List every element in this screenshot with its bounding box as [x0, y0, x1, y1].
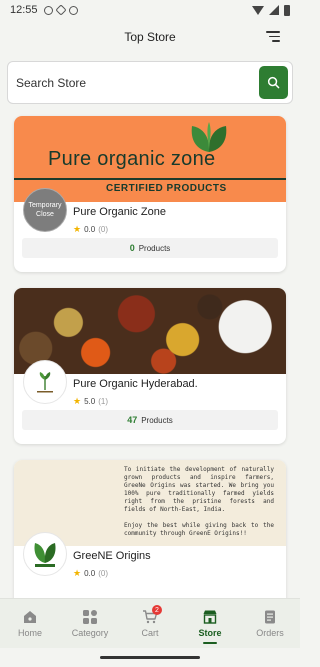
products-label: Products — [138, 243, 171, 253]
products-count-bar[interactable]: 47 Products — [22, 410, 278, 430]
search-button[interactable] — [259, 66, 288, 99]
nav-cart-label: Cart — [141, 628, 159, 638]
nav-home-label: Home — [17, 628, 42, 638]
store-card[interactable]: Pure organic zone CERTIFIED PRODUCTS Tem… — [14, 116, 286, 272]
store-name[interactable]: Pure Organic Zone — [73, 206, 166, 218]
nav-home[interactable]: Home — [0, 599, 60, 648]
review-count: (1) — [98, 397, 108, 406]
banner-title: Pure organic zone — [48, 148, 216, 170]
status-time: 12:55 — [10, 4, 38, 16]
products-count: 47 — [127, 415, 138, 425]
menu-icon[interactable] — [266, 31, 280, 42]
store-banner — [14, 288, 286, 374]
cart-badge: 2 — [152, 605, 162, 615]
battery-icon — [284, 4, 290, 16]
store-logo-icon — [34, 543, 56, 567]
store-info: GreeNE Origins ★ 0.0 (0) — [14, 532, 286, 598]
bottom-nav: Home Category 2 Cart Store Orders — [0, 598, 300, 648]
page-title: Top Store — [124, 30, 176, 44]
store-rating: ★ 5.0 (1) — [73, 396, 108, 407]
store-card[interactable]: To initiate the development of naturally… — [14, 460, 286, 598]
star-icon: ★ — [73, 224, 82, 234]
store-name[interactable]: Pure Organic Hyderabad. — [73, 378, 198, 390]
notification-icon-3 — [68, 5, 78, 15]
wifi-icon — [252, 5, 264, 15]
banner-text: Enjoy the best while giving back to the … — [124, 522, 274, 537]
banner-text: To initiate the development of naturally… — [124, 466, 274, 513]
store-info: Pure Organic Hyderabad. ★ 5.0 (1) 47 Pro… — [14, 360, 286, 444]
store-logo — [23, 360, 67, 404]
signal-icon — [269, 5, 279, 15]
divider — [14, 178, 286, 180]
star-icon: ★ — [73, 568, 82, 578]
search-icon — [267, 76, 280, 89]
nav-orders-label: Orders — [256, 628, 284, 638]
banner-subtitle: CERTIFIED PRODUCTS — [106, 183, 227, 194]
temporary-close-label: Temporary Close — [28, 202, 62, 218]
store-logo: Temporary Close — [23, 188, 67, 232]
store-banner: To initiate the development of naturally… — [14, 460, 286, 546]
products-label: Products — [141, 415, 173, 425]
orders-icon — [265, 610, 275, 624]
store-list[interactable]: Pure organic zone CERTIFIED PRODUCTS Tem… — [0, 114, 300, 598]
banner-description: To initiate the development of naturally… — [124, 466, 274, 546]
category-icon — [83, 610, 97, 624]
nav-store[interactable]: Store — [180, 599, 240, 648]
store-logo-icon — [37, 372, 53, 393]
review-count: (0) — [98, 569, 108, 578]
store-card[interactable]: Pure Organic Hyderabad. ★ 5.0 (1) 47 Pro… — [14, 288, 286, 444]
nav-store-label: Store — [198, 628, 222, 638]
store-name[interactable]: GreeNE Origins — [73, 550, 151, 562]
nav-category-label: Category — [71, 628, 109, 638]
gesture-bar — [0, 648, 300, 667]
rating-value: 0.0 — [84, 225, 96, 234]
store-icon — [203, 610, 217, 624]
search-bar — [7, 61, 293, 104]
notification-icon — [43, 5, 53, 15]
store-rating: ★ 0.0 (0) — [73, 224, 108, 235]
nav-cart[interactable]: 2 Cart — [120, 599, 180, 648]
products-count: 0 — [129, 243, 135, 253]
nav-category[interactable]: Category — [60, 599, 120, 648]
store-banner: Pure organic zone CERTIFIED PRODUCTS — [14, 116, 286, 202]
app-header: Top Store — [0, 20, 300, 54]
store-info: Temporary Close Pure Organic Zone ★ 0.0 … — [14, 188, 286, 272]
rating-value: 0.0 — [84, 569, 96, 578]
star-icon: ★ — [73, 396, 82, 406]
home-icon — [24, 611, 36, 623]
review-count: (0) — [98, 225, 108, 234]
nav-orders[interactable]: Orders — [240, 599, 300, 648]
store-rating: ★ 0.0 (0) — [73, 568, 108, 579]
search-input[interactable] — [16, 75, 292, 90]
notification-icon-2 — [54, 4, 67, 16]
status-bar: 12:55 — [0, 0, 300, 20]
store-logo — [23, 532, 67, 576]
products-count-bar[interactable]: 0 Products — [22, 238, 278, 258]
rating-value: 5.0 — [84, 397, 96, 406]
